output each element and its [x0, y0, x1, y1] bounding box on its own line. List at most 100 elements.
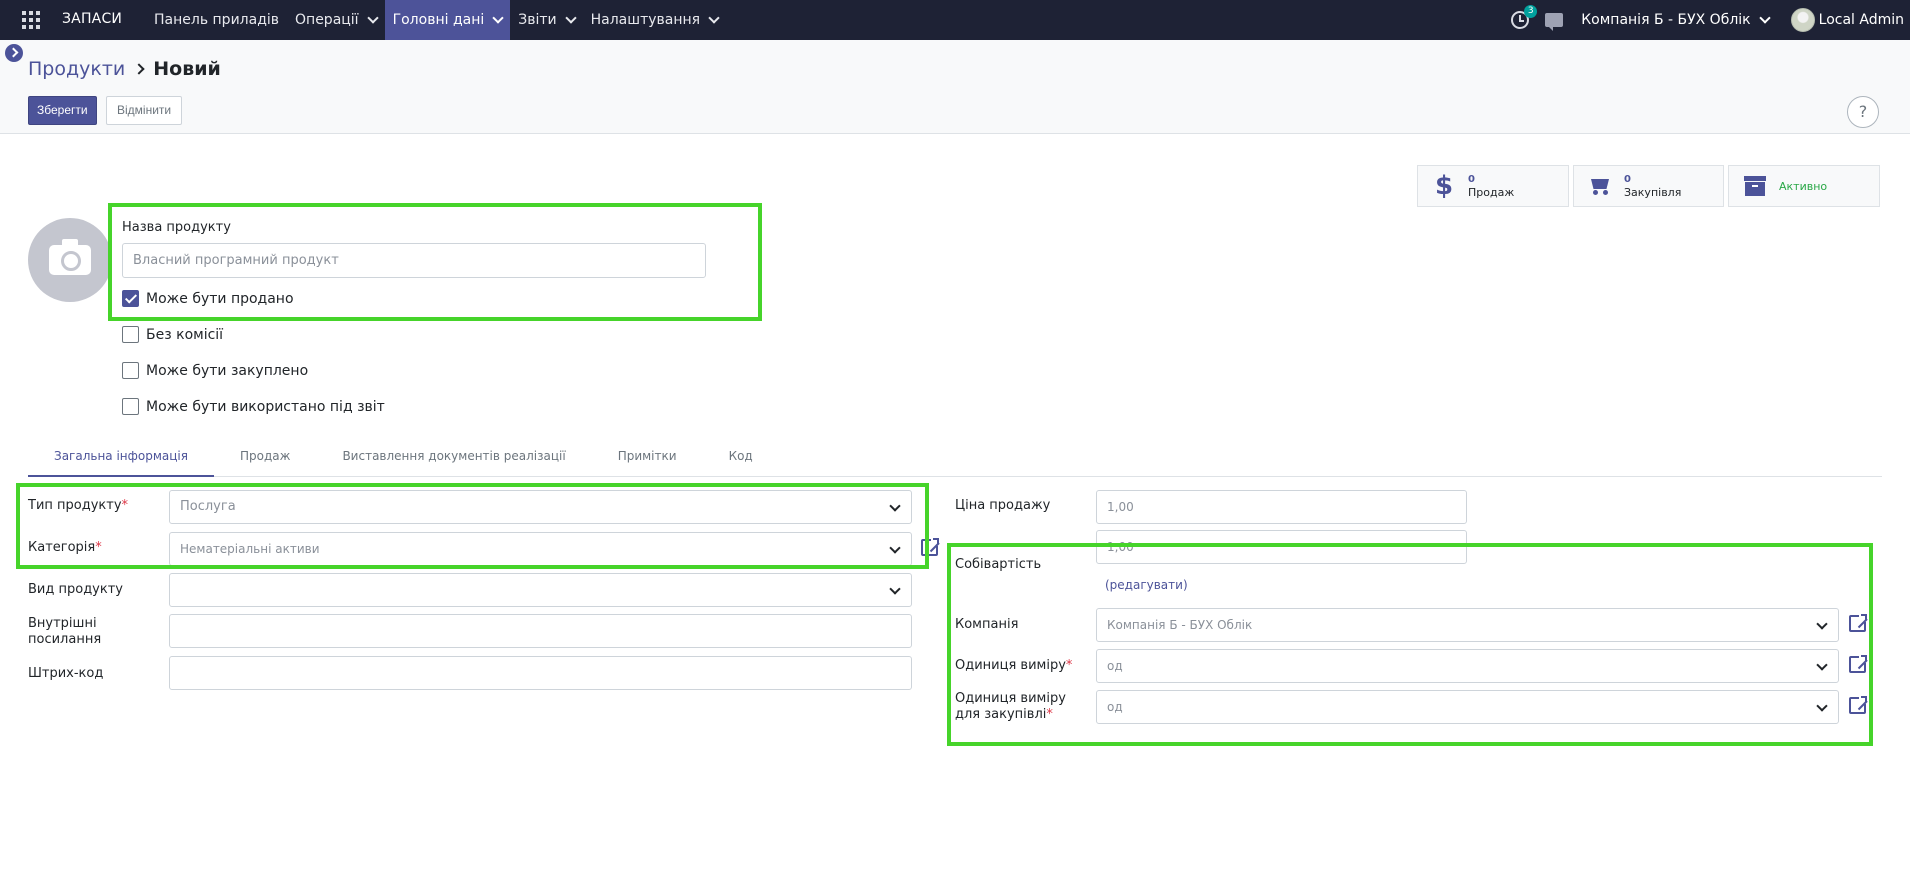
menu-label: Операції — [295, 12, 359, 28]
menu-label: Головні дані — [392, 12, 485, 28]
sales-count: 0 — [1468, 174, 1475, 185]
chevron-down-icon — [564, 11, 577, 24]
breadcrumb-current: Новий — [153, 58, 221, 80]
barcode-input[interactable] — [169, 656, 912, 690]
save-button[interactable]: Зберегти — [28, 96, 97, 125]
navbar-systray: 3 Компанія Б - БУХ Облік Local Admin — [1511, 0, 1910, 40]
barcode-label: Штрих-код — [28, 666, 104, 681]
purchase-uom-select[interactable]: од — [1096, 690, 1839, 724]
menu-settings[interactable]: Налаштування — [583, 0, 726, 40]
chevron-down-icon — [889, 500, 901, 512]
uom-select[interactable]: од — [1096, 649, 1839, 683]
chevron-down-icon — [1816, 659, 1828, 671]
user-avatar[interactable] — [1790, 8, 1815, 32]
cost-label: Собівартість — [955, 557, 1042, 572]
breadcrumb-products-link[interactable]: Продукти — [28, 58, 125, 80]
sale-price-value: 1,00 — [1107, 500, 1134, 514]
tab-notes[interactable]: Примітки — [592, 444, 703, 477]
cost-input[interactable]: 1,00 — [1096, 530, 1467, 564]
control-panel: Продукти Новий Зберегти Відмінити ? — [0, 40, 1910, 134]
archive-icon — [1743, 174, 1767, 198]
sidebar-toggle-icon[interactable] — [5, 44, 23, 62]
messages-chat-icon[interactable] — [1545, 13, 1564, 31]
menu-label: Звіти — [518, 12, 557, 28]
dollar-icon: $ — [1434, 171, 1454, 201]
sales-smart-button[interactable]: $ 0 Продаж — [1417, 165, 1569, 207]
sales-label: Продаж — [1468, 186, 1515, 199]
sale-price-input[interactable]: 1,00 — [1096, 490, 1467, 524]
menu-operations[interactable]: Операції — [287, 0, 385, 40]
product-image-upload[interactable] — [28, 218, 112, 302]
category-external-link-icon[interactable] — [921, 537, 940, 556]
edit-cost-link[interactable]: (редагувати) — [1105, 578, 1188, 592]
can-be-purchased-label: Може бути закуплено — [146, 362, 309, 379]
user-name[interactable]: Local Admin — [1819, 12, 1904, 28]
app-brand[interactable]: ЗАПАСИ — [62, 11, 122, 27]
purchase-uom-value: од — [1107, 700, 1123, 714]
activity-clock-icon[interactable]: 3 — [1511, 5, 1538, 29]
company-name: Компанія Б - БУХ Облік — [1581, 12, 1751, 28]
can-be-expensed-option[interactable]: Може бути використано під звіт — [122, 398, 385, 415]
purchase-uom-label: Одиниця виміру для закупівлі* — [955, 691, 1066, 722]
cost-value: 1,00 — [1107, 540, 1134, 554]
chevron-down-icon — [366, 11, 379, 24]
no-commission-option[interactable]: Без комісії — [122, 326, 223, 343]
discard-button[interactable]: Відмінити — [106, 96, 183, 125]
sale-price-label: Ціна продажу — [955, 498, 1051, 513]
can-be-sold-label: Може бути продано — [146, 290, 294, 307]
product-kind-label: Вид продукту — [28, 582, 123, 597]
purchase-label: Закупівля — [1624, 186, 1682, 199]
main-menu: Панель приладів Операції Головні дані Зв… — [146, 0, 726, 40]
can-be-purchased-option[interactable]: Може бути закуплено — [122, 362, 308, 379]
company-select[interactable]: Компанія Б - БУХ Облік — [1096, 608, 1839, 642]
chevron-down-icon — [1758, 11, 1771, 24]
chevron-down-icon — [708, 11, 720, 24]
breadcrumb: Продукти Новий — [28, 58, 221, 80]
help-button[interactable]: ? — [1847, 96, 1879, 128]
product-type-value: Послуга — [180, 499, 236, 514]
purchase-smart-button[interactable]: 0 Закупівля — [1573, 165, 1724, 207]
no-commission-checkbox[interactable] — [122, 326, 139, 343]
menu-label: Налаштування — [590, 12, 701, 28]
can-be-purchased-checkbox[interactable] — [122, 362, 139, 379]
product-name-label: Назва продукту — [122, 220, 231, 235]
tab-code[interactable]: Код — [703, 444, 779, 477]
chevron-down-icon — [889, 542, 901, 554]
internal-ref-label: Внутрішні посилання — [28, 616, 102, 647]
tab-sales[interactable]: Продаж — [214, 444, 316, 477]
category-label: Категорія* — [28, 540, 102, 555]
notebook-tabs: Загальна інформація Продаж Виставлення д… — [28, 444, 1882, 477]
uom-external-link-icon[interactable] — [1849, 654, 1868, 673]
active-status-label: Активно — [1779, 179, 1828, 193]
tab-invoicing[interactable]: Виставлення документів реалізації — [316, 444, 591, 477]
tab-general-info[interactable]: Загальна інформація — [28, 444, 214, 477]
activity-badge: 3 — [1524, 5, 1538, 18]
company-switcher[interactable]: Компанія Б - БУХ Облік — [1581, 11, 1771, 28]
company-external-link-icon[interactable] — [1849, 613, 1868, 632]
menu-dashboard[interactable]: Панель приладів — [146, 0, 287, 40]
category-value: Нематеріальні активи — [180, 542, 320, 556]
uom-value: од — [1107, 659, 1123, 673]
chevron-down-icon — [492, 11, 504, 24]
apps-grid-icon[interactable] — [22, 11, 40, 29]
product-name-input[interactable]: Власний програмний продукт — [122, 243, 706, 278]
shopping-cart-icon — [1588, 174, 1612, 198]
category-select[interactable]: Нематеріальні активи — [169, 532, 912, 566]
chevron-down-icon — [1816, 700, 1828, 712]
company-label: Компанія — [955, 617, 1019, 632]
purchase-uom-external-link-icon[interactable] — [1849, 695, 1868, 714]
chevron-right-icon — [133, 63, 145, 75]
can-be-sold-checkbox[interactable] — [122, 290, 139, 307]
menu-master-data[interactable]: Головні дані — [384, 0, 511, 40]
product-type-select[interactable]: Послуга — [169, 490, 912, 524]
uom-label: Одиниця виміру* — [955, 658, 1073, 673]
internal-ref-input[interactable] — [169, 614, 912, 648]
menu-reports[interactable]: Звіти — [510, 0, 582, 40]
chevron-down-icon — [1816, 618, 1828, 630]
no-commission-label: Без комісії — [146, 326, 224, 343]
can-be-expensed-checkbox[interactable] — [122, 398, 139, 415]
can-be-sold-option[interactable]: Може бути продано — [122, 290, 294, 307]
product-kind-select[interactable] — [169, 573, 912, 607]
company-value: Компанія Б - БУХ Облік — [1107, 618, 1253, 632]
active-toggle-button[interactable]: Активно — [1728, 165, 1880, 207]
